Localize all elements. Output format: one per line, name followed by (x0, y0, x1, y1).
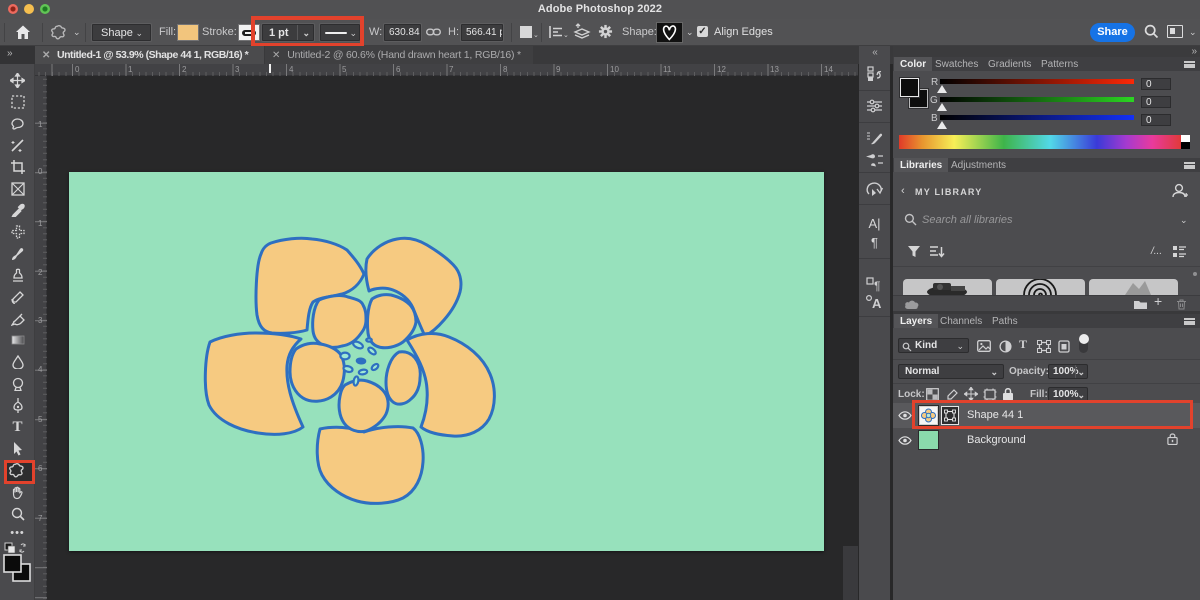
svg-text:¶: ¶ (874, 279, 880, 292)
svg-text:A: A (872, 296, 882, 310)
